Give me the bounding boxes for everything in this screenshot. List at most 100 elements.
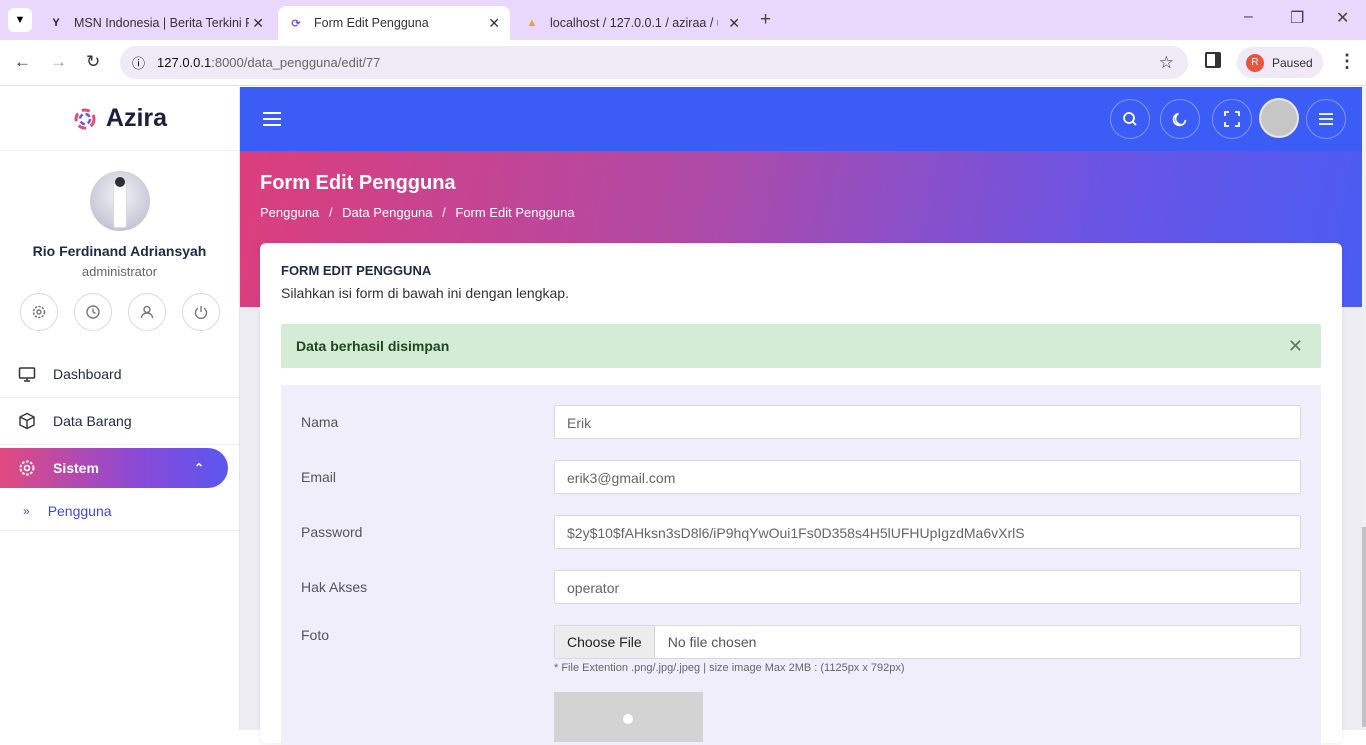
foto-label: Foto: [301, 627, 330, 643]
profile-status: Paused: [1272, 55, 1313, 70]
page-title: Form Edit Pengguna: [260, 172, 456, 194]
browser-toolbar: ← → ↻ ⓘ 127.0.0.1:8000/data_pengguna/edi…: [0, 40, 1366, 86]
form-card: FORM EDIT PENGGUNA Silahkan isi form di …: [260, 243, 1342, 745]
breadcrumb-pengguna[interactable]: Pengguna: [260, 205, 319, 220]
sidebar-item-sistem[interactable]: Sistem ⌃: [0, 448, 228, 488]
email-input[interactable]: erik3@gmail.com: [554, 460, 1301, 494]
alert-message: Data berhasil disimpan: [296, 338, 450, 354]
minimize-icon[interactable]: –: [1244, 8, 1253, 26]
sidebar-subitem-pengguna[interactable]: » Pengguna: [0, 491, 239, 531]
history-button[interactable]: [73, 293, 112, 331]
dark-mode-button[interactable]: [1160, 99, 1200, 139]
forward-icon[interactable]: →: [50, 52, 67, 72]
monitor-icon: [18, 365, 36, 383]
password-input[interactable]: $2y$10$fAHksn3sD8l6/iP9hqYwOui1Fs0D358s4…: [554, 515, 1301, 549]
browser-menu-icon[interactable]: ⋮: [1338, 51, 1356, 72]
user-placeholder-icon: [623, 714, 633, 724]
form-row-email: Email erik3@gmail.com: [301, 460, 1301, 494]
browser-tab-active[interactable]: ⟳ Form Edit Pengguna ✕: [278, 6, 510, 40]
sidebar-item-label: Sistem: [53, 460, 99, 476]
fullscreen-icon: [1224, 111, 1240, 127]
profile-button[interactable]: [127, 293, 166, 331]
brand-name: Azira: [105, 104, 168, 132]
back-icon[interactable]: ←: [14, 52, 31, 72]
user-role: administrator: [81, 264, 158, 279]
msn-icon: Y: [52, 17, 60, 29]
sidebar-subitem-label: Pengguna: [47, 502, 112, 519]
search-button[interactable]: [1110, 99, 1150, 139]
breadcrumb: Pengguna / Data Pengguna / Form Edit Pen…: [260, 205, 581, 220]
sidebar-menu: Dashboard Data Barang Sistem ⌃ » Penggun…: [0, 351, 239, 531]
close-icon[interactable]: ✕: [488, 15, 500, 32]
double-chevron-right-icon: »: [23, 503, 30, 518]
foto-file-input[interactable]: Choose File No file chosen: [554, 625, 1301, 659]
close-icon[interactable]: ✕: [1288, 336, 1303, 357]
site-info-icon[interactable]: ⓘ: [132, 53, 145, 72]
close-icon[interactable]: ✕: [252, 15, 264, 32]
url-path: :8000/data_pengguna/edit/77: [211, 55, 381, 70]
form-row-foto: Foto Choose File No file chosen * File E…: [301, 625, 1301, 674]
tab-search-button[interactable]: ▼: [8, 8, 32, 32]
phpmyadmin-icon: ▲: [526, 17, 538, 29]
browser-tab-bar: ▼ Y MSN Indonesia | Berita Terkini F ✕ ⟳…: [0, 0, 1366, 40]
breadcrumb-separator: /: [442, 205, 446, 220]
brand-logo[interactable]: Azira: [0, 87, 239, 151]
edit-user-form: Nama Erik Email erik3@gmail.com Password…: [281, 385, 1321, 745]
clock-icon: [85, 305, 100, 319]
settings-button[interactable]: [19, 293, 58, 331]
email-label: Email: [301, 469, 337, 485]
breadcrumb-current: Form Edit Pengguna: [455, 205, 575, 220]
browser-tab-phpmyadmin[interactable]: ▲ localhost / 127.0.0.1 / aziraa / u ✕: [514, 6, 750, 40]
breadcrumb-data-pengguna[interactable]: Data Pengguna: [342, 205, 432, 220]
card-subtitle: Silahkan isi form di bawah ini dengan le…: [281, 285, 569, 301]
photo-preview: [554, 692, 703, 742]
tab-title: localhost / 127.0.0.1 / aziraa / u: [550, 16, 718, 30]
profile-button[interactable]: R Paused: [1237, 47, 1323, 78]
bookmark-star-icon[interactable]: ☆: [1159, 53, 1174, 73]
hamburger-menu-icon[interactable]: [262, 111, 282, 127]
chevron-down-icon: ▼: [14, 14, 26, 26]
search-icon: [1123, 112, 1137, 126]
logout-button[interactable]: [181, 293, 220, 331]
gear-icon: [18, 459, 36, 477]
file-hint: * File Extention .png/.jpg/.jpeg | size …: [554, 662, 905, 674]
side-panel-icon[interactable]: [1205, 52, 1221, 68]
power-icon: [194, 306, 207, 319]
sidebar-item-label: Dashboard: [53, 366, 122, 382]
menu-icon: [1319, 113, 1333, 125]
card-title: FORM EDIT PENGGUNA: [281, 263, 432, 278]
hak-akses-input[interactable]: operator: [554, 570, 1301, 604]
restore-icon[interactable]: ❐: [1290, 8, 1304, 28]
user-quick-actions: [0, 293, 239, 331]
success-alert: Data berhasil disimpan ✕: [281, 324, 1321, 368]
page-scrollbar[interactable]: [1362, 87, 1366, 730]
reload-icon[interactable]: ↻: [86, 52, 100, 72]
address-bar[interactable]: ⓘ 127.0.0.1:8000/data_pengguna/edit/77 ☆: [120, 46, 1188, 79]
tab-title: Form Edit Pengguna: [314, 16, 429, 30]
box-icon: [18, 412, 36, 430]
sidebar: Azira Rio Ferdinand Adriansyah administr…: [0, 87, 240, 730]
url-host: 127.0.0.1: [157, 55, 212, 70]
close-window-icon[interactable]: ✕: [1336, 8, 1349, 28]
user-name: Rio Ferdinand Adriansyah: [32, 243, 207, 259]
sidebar-item-data-barang[interactable]: Data Barang: [0, 398, 239, 445]
form-row-password: Password $2y$10$fAHksn3sD8l6/iP9hqYwOui1…: [301, 515, 1301, 549]
nama-label: Nama: [301, 414, 339, 430]
azira-icon: ⟳: [291, 17, 301, 30]
azira-logo-icon: [74, 108, 96, 129]
fullscreen-button[interactable]: [1212, 99, 1252, 139]
new-tab-button[interactable]: +: [760, 9, 771, 31]
top-navbar: [240, 87, 1366, 151]
user-avatar: [89, 171, 150, 231]
password-label: Password: [301, 524, 363, 540]
sidebar-item-dashboard[interactable]: Dashboard: [0, 351, 239, 398]
browser-tab-msn[interactable]: Y MSN Indonesia | Berita Terkini F ✕: [38, 6, 274, 40]
close-icon[interactable]: ✕: [728, 15, 740, 32]
user-avatar-button[interactable]: [1259, 98, 1299, 138]
hak-akses-label: Hak Akses: [301, 579, 368, 595]
choose-file-button[interactable]: Choose File: [555, 626, 655, 658]
right-menu-button[interactable]: [1306, 99, 1346, 139]
chevron-up-icon: ⌃: [193, 461, 204, 475]
nama-input[interactable]: Erik: [554, 405, 1301, 439]
breadcrumb-separator: /: [328, 205, 333, 220]
